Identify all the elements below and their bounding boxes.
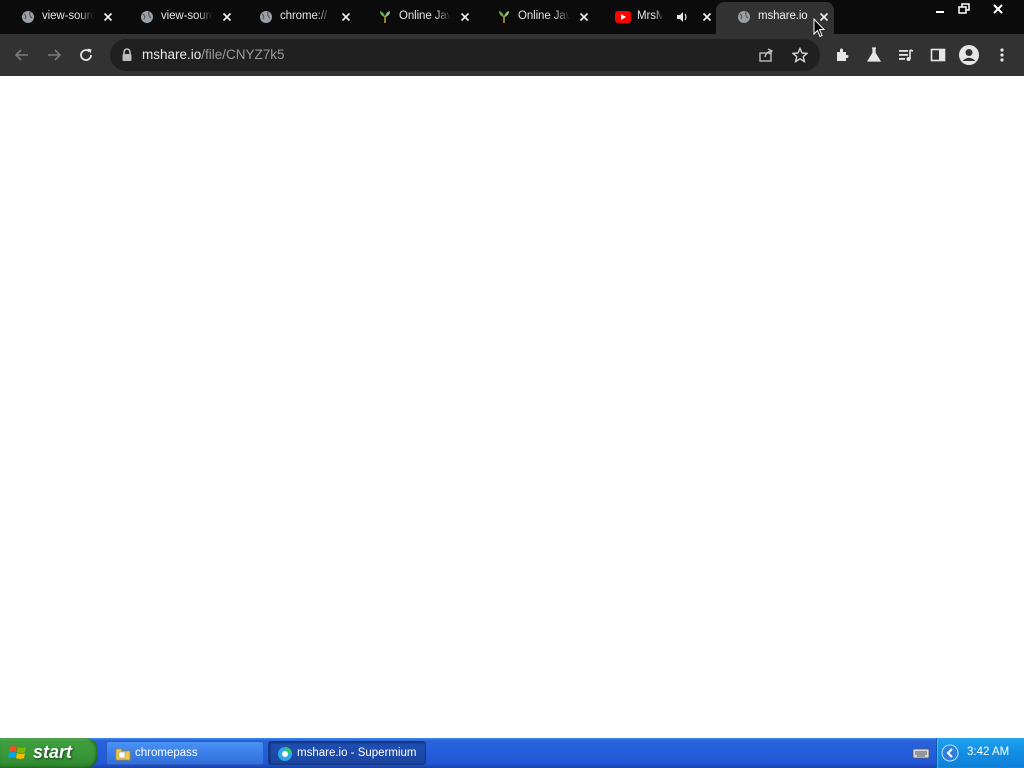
- tab-title: mshare.io: [758, 10, 808, 22]
- tab-2[interactable]: view-source:: [119, 0, 238, 34]
- menu-kebab-icon[interactable]: [990, 43, 1014, 67]
- task-label: mshare.io - Supermium: [297, 747, 417, 759]
- windows-flag-icon: [8, 744, 28, 762]
- tab-5[interactable]: Online Java: [476, 0, 595, 34]
- close-icon[interactable]: [699, 9, 715, 25]
- close-icon[interactable]: [457, 9, 473, 25]
- keyboard-icon[interactable]: [912, 746, 930, 760]
- minimize-button[interactable]: [929, 1, 951, 17]
- globe-icon: [258, 9, 274, 25]
- profile-avatar-icon[interactable]: [957, 43, 981, 67]
- start-label: start: [33, 742, 73, 762]
- close-icon[interactable]: [338, 9, 354, 25]
- url-host: mshare.io: [142, 47, 202, 62]
- side-panel-icon[interactable]: [926, 43, 950, 67]
- browser-icon: [277, 746, 293, 762]
- task-label: chromepass: [135, 747, 198, 759]
- taskbar-item-chromepass[interactable]: chromepass: [106, 741, 264, 765]
- mouse-cursor-icon: [813, 17, 826, 38]
- folder-icon: [115, 746, 131, 762]
- close-window-button[interactable]: [987, 1, 1009, 17]
- tab-title: view-source:: [42, 10, 94, 22]
- close-icon[interactable]: [576, 9, 592, 25]
- system-tray: 3:42 AM: [936, 738, 1024, 768]
- tab-title: MrsM: [637, 10, 663, 22]
- extensions-icon[interactable]: [830, 43, 854, 67]
- globe-icon: [736, 9, 752, 25]
- java-leaf-icon: [496, 9, 512, 25]
- tab-title: view-source:: [161, 10, 213, 22]
- tab-1[interactable]: view-source:: [0, 0, 119, 34]
- tab-title: chrome://: [280, 10, 328, 22]
- tab-title: Online Java: [399, 10, 451, 22]
- speaker-icon[interactable]: [675, 10, 689, 24]
- back-button[interactable]: [10, 43, 34, 67]
- tab-title: Online Java: [518, 10, 570, 22]
- close-icon[interactable]: [219, 9, 235, 25]
- tab-6[interactable]: MrsM: [595, 0, 714, 34]
- youtube-icon: [615, 9, 631, 25]
- address-bar[interactable]: mshare.io/file/CNYZ7k5: [110, 39, 820, 71]
- forward-button[interactable]: [42, 43, 66, 67]
- url-path: /file/CNYZ7k5: [201, 47, 285, 62]
- restore-button[interactable]: [953, 1, 975, 17]
- clock: 3:42 AM: [967, 746, 1010, 758]
- java-leaf-icon: [377, 9, 393, 25]
- browser-toolbar: mshare.io/file/CNYZ7k5: [0, 34, 1024, 76]
- lock-icon[interactable]: [121, 48, 133, 62]
- tab-3[interactable]: chrome://: [238, 0, 357, 34]
- start-button[interactable]: start: [0, 738, 98, 768]
- close-icon[interactable]: [100, 9, 116, 25]
- labs-flask-icon[interactable]: [862, 43, 886, 67]
- url-text: mshare.io/file/CNYZ7k5: [142, 47, 285, 62]
- bookmark-star-icon[interactable]: [791, 46, 809, 63]
- chevron-left-icon[interactable]: [941, 744, 959, 762]
- media-controls-icon[interactable]: [894, 43, 918, 67]
- reload-button[interactable]: [74, 43, 98, 67]
- tab-strip: view-source: view-source: chrome:// Onli…: [0, 0, 1024, 34]
- tab-4[interactable]: Online Java: [357, 0, 476, 34]
- share-icon[interactable]: [758, 47, 774, 63]
- taskbar: start chromepass mshare.io - Supermium 3…: [0, 738, 1024, 768]
- globe-icon: [139, 9, 155, 25]
- page-content[interactable]: [0, 76, 1024, 738]
- globe-icon: [20, 9, 36, 25]
- taskbar-item-supermium[interactable]: mshare.io - Supermium: [268, 741, 426, 765]
